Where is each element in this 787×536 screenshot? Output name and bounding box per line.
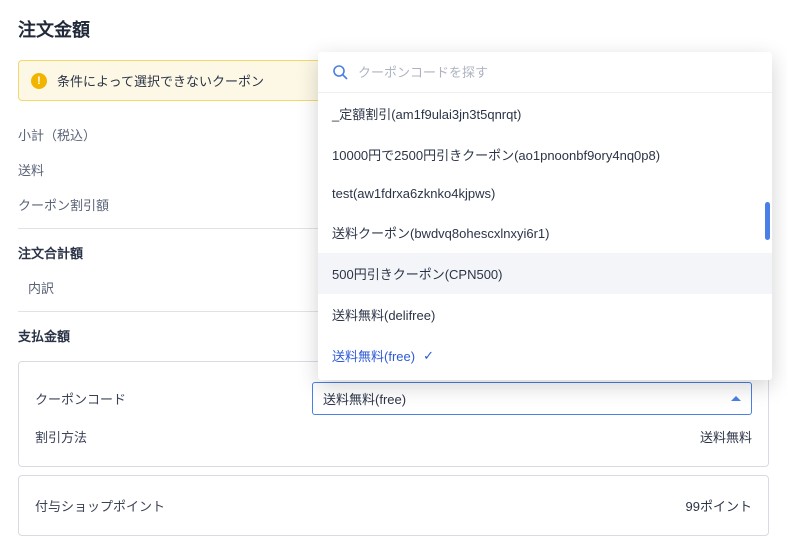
dropdown-option-label: 10000円で2500円引きクーポン(ao1pnoonbf9ory4nq0p8) — [332, 145, 660, 164]
alert-text: 条件によって選択できないクーポン — [57, 71, 264, 90]
dropdown-option[interactable]: 送料クーポン(bwdvq8ohescxlnxyi6r1) — [318, 212, 772, 253]
order-total-label: 注文合計額 — [18, 243, 83, 262]
coupon-code-label: クーポンコード — [35, 389, 126, 408]
dropdown-option[interactable]: 10000円で2500円引きクーポン(ao1pnoonbf9ory4nq0p8) — [318, 134, 772, 175]
scrollbar-thumb[interactable] — [765, 202, 770, 240]
dropdown-option[interactable]: 送料無料(delifree) — [318, 294, 772, 335]
subtotal-label: 小計（税込） — [18, 125, 96, 144]
search-input[interactable] — [358, 65, 758, 80]
check-icon: ✓ — [423, 348, 434, 364]
pay-total-label: 支払金額 — [18, 326, 70, 345]
dropdown-option[interactable]: test(aw1fdrxa6zknko4kjpws) — [318, 175, 772, 212]
breakdown-label: 内訳 — [28, 278, 54, 297]
points-label: 付与ショップポイント — [35, 496, 165, 515]
coupon-discount-label: クーポン割引額 — [18, 195, 109, 214]
coupon-select-value: 送料無料(free) — [323, 389, 406, 408]
dropdown-option[interactable]: 500円引きクーポン(CPN500) — [318, 253, 772, 294]
dropdown-search — [318, 52, 772, 93]
chevron-up-icon — [731, 396, 741, 401]
dropdown-option-label: _定額割引(am1f9ulai3jn3t5qnrqt) — [332, 104, 521, 123]
dropdown-option[interactable]: 送料無料(free) ✓ — [318, 335, 772, 376]
coupon-dropdown: _定額割引(am1f9ulai3jn3t5qnrqt) 10000円で2500円引… — [318, 52, 772, 380]
discount-method-value: 送料無料 — [700, 427, 752, 446]
dropdown-option-label: 送料無料(free) — [332, 346, 415, 365]
points-card: 付与ショップポイント 99ポイント — [18, 475, 769, 536]
dropdown-option-label: 500円引きクーポン(CPN500) — [332, 264, 503, 283]
search-icon — [332, 64, 348, 80]
coupon-select[interactable]: 送料無料(free) — [312, 382, 752, 415]
dropdown-option-label: 送料クーポン(bwdvq8ohescxlnxyi6r1) — [332, 223, 549, 242]
discount-method-label: 割引方法 — [35, 427, 87, 446]
dropdown-option[interactable]: _定額割引(am1f9ulai3jn3t5qnrqt) — [318, 93, 772, 134]
warning-icon: ! — [31, 73, 47, 89]
points-value: 99ポイント — [686, 496, 752, 515]
dropdown-option-label: 送料無料(delifree) — [332, 305, 435, 324]
dropdown-option-label: test(aw1fdrxa6zknko4kjpws) — [332, 186, 495, 201]
page-title: 注文金額 — [18, 16, 769, 42]
shipping-label: 送料 — [18, 160, 44, 179]
